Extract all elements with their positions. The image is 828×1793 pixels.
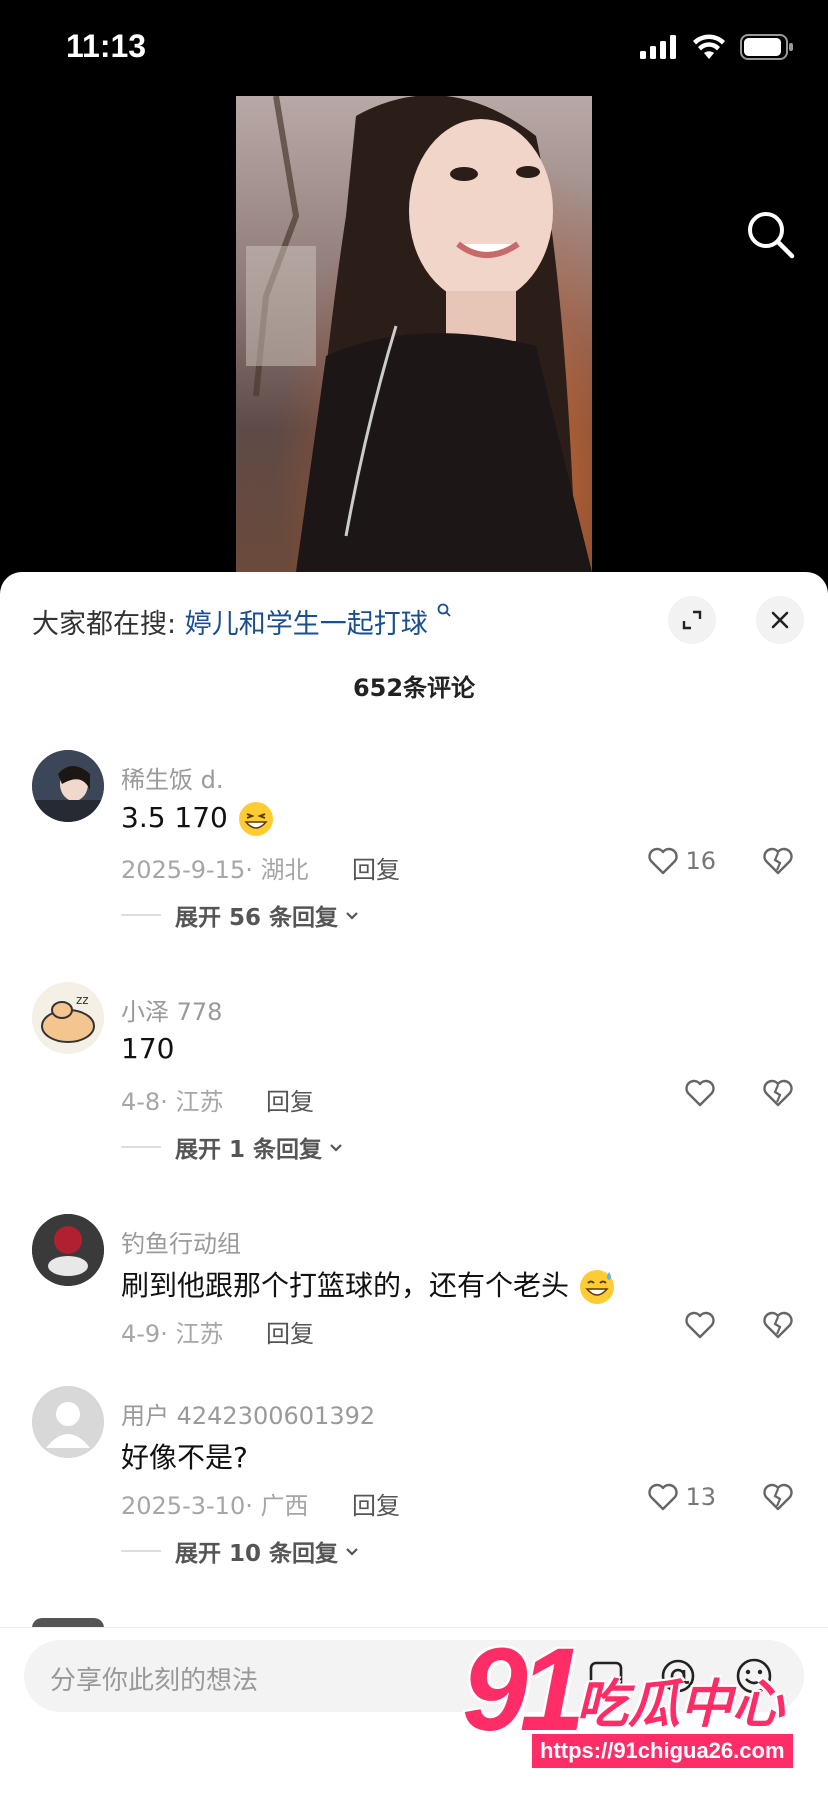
heart-icon xyxy=(648,1483,679,1511)
chevron-down-icon xyxy=(346,1548,358,1556)
heart-icon xyxy=(685,1311,715,1339)
divider-line xyxy=(121,1550,161,1552)
expand-icon xyxy=(682,610,702,630)
reply-button[interactable]: 回复 xyxy=(352,1486,400,1521)
small-search-icon xyxy=(437,603,451,617)
like-count: 13 xyxy=(685,1483,716,1511)
reply-button[interactable]: 回复 xyxy=(266,1314,314,1349)
dislike-button[interactable] xyxy=(762,846,794,880)
comment-author[interactable]: 用户 4242300601392 xyxy=(121,1396,375,1431)
wifi-icon xyxy=(693,34,725,59)
broken-heart-icon xyxy=(763,1311,793,1339)
comment-count: 652条评论 xyxy=(352,674,476,702)
like-button[interactable]: 13 xyxy=(647,1482,716,1512)
divider-line xyxy=(121,1146,161,1148)
comment-date: 4-9· 江苏 xyxy=(121,1320,224,1348)
divider-line xyxy=(121,914,161,916)
chevron-down-icon xyxy=(330,1144,342,1152)
avatar[interactable] xyxy=(32,1386,104,1458)
comment-date: 2025-9-15· 湖北 xyxy=(121,856,309,884)
comment-text-body: 3.5 170 xyxy=(121,801,228,834)
hot-search-prefix: 大家都在搜: xyxy=(32,609,177,640)
status-time: 11:13 xyxy=(66,28,147,64)
hot-search-keyword[interactable]: 婷儿和学生一起打球 xyxy=(185,609,428,640)
watermark-logo-text: 吃瓜中心 xyxy=(576,1675,785,1735)
default-avatar-icon xyxy=(32,1386,104,1458)
video-thumbnail[interactable] xyxy=(236,96,592,572)
status-bar: 11:13 xyxy=(0,0,828,96)
avatar[interactable] xyxy=(32,1214,104,1286)
expand-replies-button[interactable]: 展开 56 条回复 xyxy=(121,898,362,932)
comment-text: 刷到他跟那个打篮球的，还有个老头 xyxy=(121,1264,616,1306)
svg-text:zz: zz xyxy=(76,993,89,1007)
comment-input-placeholder: 分享你此刻的想法 xyxy=(50,1666,259,1696)
dislike-button[interactable] xyxy=(762,1078,794,1112)
broken-heart-icon xyxy=(763,847,793,875)
expand-replies-label: 展开 10 条回复 xyxy=(175,1541,339,1567)
watermark-url: https://91chigua26.com xyxy=(532,1734,793,1768)
comment-text: 3.5 170 xyxy=(121,800,275,838)
close-icon xyxy=(771,611,789,629)
avatar-image xyxy=(32,750,104,822)
hot-search[interactable]: 大家都在搜: 婷儿和学生一起打球 xyxy=(32,602,452,641)
comment-author[interactable]: 小泽 778 xyxy=(121,992,222,1027)
avatar-image xyxy=(32,1214,104,1286)
reply-button[interactable]: 回复 xyxy=(266,1082,314,1117)
heart-icon xyxy=(685,1079,715,1107)
video-player[interactable] xyxy=(0,96,828,572)
expand-replies-button[interactable]: 展开 1 条回复 xyxy=(121,1130,346,1164)
like-button[interactable] xyxy=(684,1310,716,1340)
dislike-button[interactable] xyxy=(762,1482,794,1516)
comment-author[interactable]: 稀生饭 d. xyxy=(121,760,224,795)
dislike-button[interactable] xyxy=(762,1310,794,1344)
avatar[interactable] xyxy=(32,750,104,822)
reply-button[interactable]: 回复 xyxy=(352,850,400,885)
expand-replies-button[interactable]: 展开 10 条回复 xyxy=(121,1534,362,1568)
comment-date: 4-8· 江苏 xyxy=(121,1088,224,1116)
like-count: 16 xyxy=(685,847,716,875)
heart-icon xyxy=(648,847,679,875)
status-icons xyxy=(640,34,794,60)
broken-heart-icon xyxy=(763,1079,793,1107)
chevron-down-icon xyxy=(346,912,358,920)
close-button[interactable] xyxy=(756,596,804,644)
comment-text-body: 刷到他跟那个打篮球的，还有个老头 xyxy=(121,1269,570,1302)
search-button[interactable] xyxy=(744,208,798,262)
comment-author[interactable]: 钓鱼行动组 xyxy=(121,1224,241,1259)
comment-date: 2025-3-10· 广西 xyxy=(121,1492,309,1520)
avatar[interactable]: zz xyxy=(32,982,104,1054)
like-button[interactable] xyxy=(684,1078,716,1108)
broken-heart-icon xyxy=(763,1483,793,1511)
watermark: 91 吃瓜中心 https://91chigua26.com xyxy=(462,1624,818,1778)
comment-sheet: 大家都在搜: 婷儿和学生一起打球 652条评论 稀生饭 d. 3.5 170 2… xyxy=(0,572,828,1792)
signal-icon xyxy=(640,35,676,59)
expand-button[interactable] xyxy=(668,596,716,644)
expand-replies-label: 展开 56 条回复 xyxy=(175,905,339,931)
sweat-grin-emoji-icon xyxy=(579,1270,614,1304)
comment-text: 170 xyxy=(121,1032,175,1065)
video-frame-image xyxy=(246,96,592,572)
like-button[interactable]: 16 xyxy=(647,846,716,876)
battery-icon xyxy=(740,34,793,60)
expand-replies-label: 展开 1 条回复 xyxy=(175,1137,323,1163)
search-icon xyxy=(748,212,795,259)
avatar-image: zz xyxy=(32,982,104,1054)
grin-emoji-icon xyxy=(238,802,273,836)
comment-text: 好像不是? xyxy=(121,1441,248,1474)
